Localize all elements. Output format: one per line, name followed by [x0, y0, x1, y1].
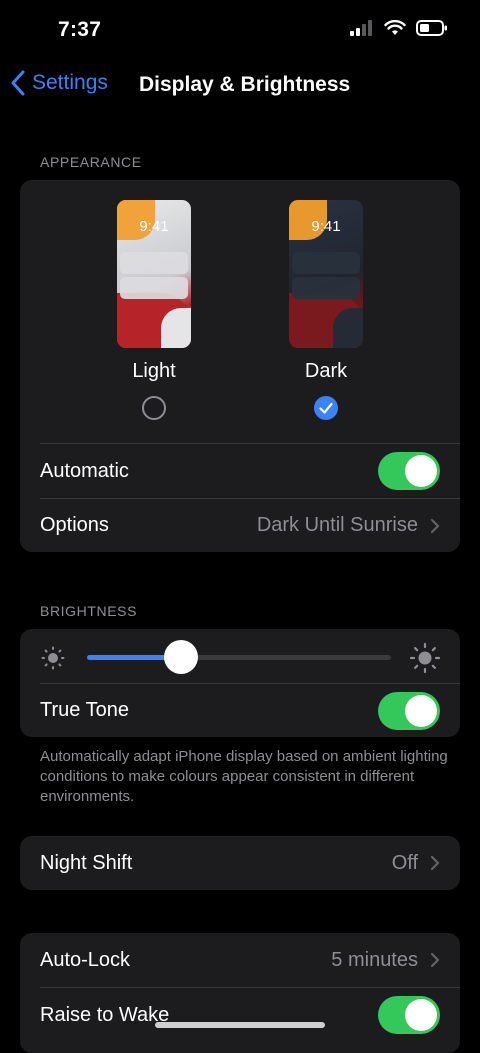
night-shift-row[interactable]: Night Shift Off [40, 836, 460, 890]
appearance-header: APPEARANCE [40, 154, 142, 170]
auto-lock-label: Auto-Lock [40, 948, 131, 971]
automatic-row: Automatic [40, 444, 460, 498]
dark-preview-time: 9:41 [311, 218, 341, 235]
page-title: Display & Brightness [139, 73, 351, 96]
true-tone-label: True Tone [40, 699, 129, 721]
raise-to-wake-row: Raise to Wake [40, 988, 460, 1042]
true-tone-toggle[interactable] [378, 691, 440, 730]
dark-label: Dark [304, 360, 348, 382]
home-indicator [155, 1022, 325, 1028]
light-mode-preview[interactable]: 9:41 [117, 200, 191, 348]
back-label: Settings [32, 71, 108, 94]
raise-to-wake-label: Raise to Wake [40, 1003, 170, 1026]
brightness-group: True Tone [20, 629, 460, 737]
brightness-high-icon [409, 642, 441, 674]
chevron-right-icon [430, 855, 440, 871]
options-row[interactable]: Options Dark Until Sunrise [40, 499, 460, 552]
night-shift-value: Off [391, 851, 418, 874]
back-button[interactable]: Settings [10, 70, 108, 96]
preview-notification [120, 252, 188, 274]
lock-group: Auto-Lock 5 minutes Raise to Wake [20, 933, 460, 1053]
automatic-label: Automatic [40, 459, 129, 482]
chevron-right-icon [430, 952, 440, 968]
cellular-signal-icon [350, 20, 372, 36]
appearance-group: 9:41 9:41 Light Dark Automatic Options D… [20, 180, 460, 552]
brightness-low-icon [41, 646, 65, 670]
status-icons [350, 20, 448, 36]
preview-notification [120, 277, 188, 299]
preview-notification [292, 252, 360, 274]
dark-radio-selected[interactable] [314, 396, 338, 420]
battery-icon [416, 20, 447, 36]
preview-notification [292, 277, 360, 299]
checkmark-icon [319, 402, 333, 414]
wifi-icon [384, 20, 406, 35]
options-label: Options [40, 514, 109, 536]
light-preview-time: 9:41 [139, 218, 169, 235]
chevron-left-icon [11, 70, 25, 96]
true-tone-footnote: Automatically adapt iPhone display based… [40, 748, 448, 805]
night-shift-group: Night Shift Off [20, 836, 460, 890]
light-radio[interactable] [142, 396, 166, 420]
night-shift-label: Night Shift [40, 851, 133, 874]
chevron-right-icon [430, 518, 440, 533]
true-tone-row: True Tone [40, 684, 460, 737]
brightness-slider[interactable] [87, 655, 391, 660]
brightness-slider-thumb[interactable] [164, 640, 199, 674]
light-label: Light [132, 360, 176, 382]
automatic-toggle[interactable] [378, 452, 440, 490]
status-time: 7:37 [58, 18, 102, 41]
dark-mode-preview[interactable]: 9:41 [289, 200, 363, 348]
auto-lock-row[interactable]: Auto-Lock 5 minutes [40, 933, 460, 987]
options-value: Dark Until Sunrise [256, 514, 418, 536]
raise-to-wake-toggle[interactable] [378, 996, 440, 1034]
brightness-header: BRIGHTNESS [40, 603, 138, 619]
auto-lock-value: 5 minutes [331, 948, 418, 971]
